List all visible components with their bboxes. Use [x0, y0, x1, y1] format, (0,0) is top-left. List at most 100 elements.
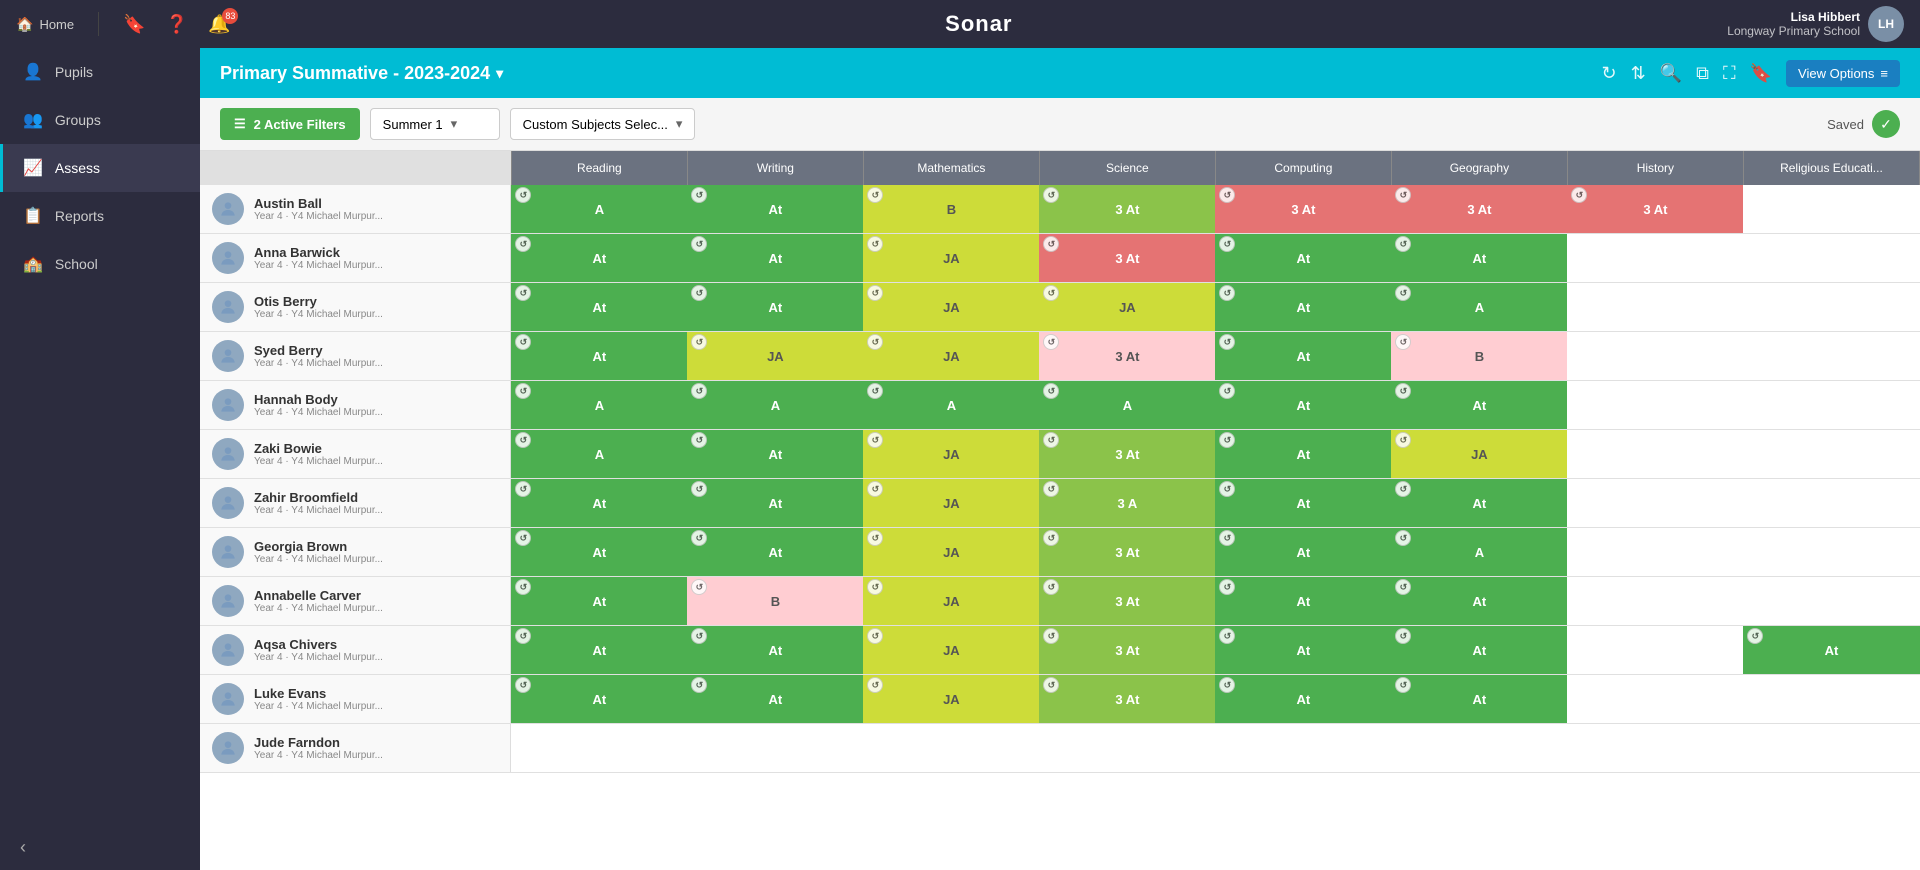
history-icon[interactable]: ↺: [1395, 579, 1411, 595]
history-icon[interactable]: ↺: [691, 677, 707, 693]
history-icon[interactable]: ↺: [515, 383, 531, 399]
history-icon[interactable]: ↺: [1043, 187, 1059, 203]
history-icon[interactable]: ↺: [1219, 236, 1235, 252]
grade-cell[interactable]: ↺ 3 At: [1391, 185, 1567, 234]
grade-cell[interactable]: [1743, 381, 1919, 430]
grade-cell[interactable]: ↺ 3 At: [1039, 234, 1215, 283]
history-icon[interactable]: ↺: [691, 334, 707, 350]
student-cell[interactable]: Georgia Brown Year 4 · Y4 Michael Murpur…: [200, 528, 511, 577]
grade-cell[interactable]: ↺ A: [687, 381, 863, 430]
history-icon[interactable]: ↺: [1571, 187, 1587, 203]
grade-cell[interactable]: [1567, 675, 1743, 724]
grade-cell[interactable]: ↺ At: [1215, 626, 1391, 675]
grade-cell[interactable]: ↺ At: [1215, 283, 1391, 332]
history-icon[interactable]: ↺: [1219, 432, 1235, 448]
sidebar-item-groups[interactable]: 👥 Groups: [0, 96, 200, 144]
history-icon[interactable]: ↺: [515, 628, 531, 644]
grade-cell[interactable]: [1743, 283, 1919, 332]
grade-cell[interactable]: ↺ At: [687, 479, 863, 528]
history-icon[interactable]: ↺: [1043, 481, 1059, 497]
history-icon[interactable]: ↺: [515, 432, 531, 448]
grade-cell[interactable]: ↺ JA: [1391, 430, 1567, 479]
help-icon-nav[interactable]: ❓: [166, 14, 188, 35]
history-icon[interactable]: ↺: [867, 481, 883, 497]
grade-cell[interactable]: ↺ JA: [863, 283, 1039, 332]
grade-cell[interactable]: ↺ JA: [863, 479, 1039, 528]
grade-cell[interactable]: ↺ At: [511, 234, 687, 283]
history-icon[interactable]: ↺: [515, 285, 531, 301]
history-icon[interactable]: ↺: [691, 383, 707, 399]
history-icon[interactable]: ↺: [867, 187, 883, 203]
refresh-icon[interactable]: ↻: [1602, 63, 1617, 84]
grade-cell[interactable]: ↺ At: [1215, 381, 1391, 430]
grade-cell[interactable]: ↺ At: [1215, 332, 1391, 381]
sidebar-item-pupils[interactable]: 👤 Pupils: [0, 48, 200, 96]
history-icon[interactable]: ↺: [1747, 628, 1763, 644]
grade-cell[interactable]: ↺ At: [1215, 577, 1391, 626]
history-icon[interactable]: ↺: [691, 285, 707, 301]
history-icon[interactable]: ↺: [867, 530, 883, 546]
history-icon[interactable]: ↺: [1219, 334, 1235, 350]
grade-cell[interactable]: ↺ 3 At: [1039, 675, 1215, 724]
history-icon[interactable]: ↺: [1219, 530, 1235, 546]
grade-cell[interactable]: ↺ JA: [863, 528, 1039, 577]
grade-cell[interactable]: ↺ 3 At: [1039, 528, 1215, 577]
history-icon[interactable]: ↺: [1219, 187, 1235, 203]
history-icon[interactable]: ↺: [1395, 530, 1411, 546]
student-cell[interactable]: Aqsa Chivers Year 4 · Y4 Michael Murpur.…: [200, 626, 511, 675]
grade-cell[interactable]: ↺ A: [1391, 283, 1567, 332]
grade-cell[interactable]: [1567, 234, 1743, 283]
grade-cell[interactable]: ↺ B: [863, 185, 1039, 234]
history-icon[interactable]: ↺: [1395, 383, 1411, 399]
grade-cell[interactable]: ↺ 3 At: [1567, 185, 1743, 234]
history-icon[interactable]: ↺: [1043, 628, 1059, 644]
history-icon[interactable]: ↺: [867, 285, 883, 301]
view-options-button[interactable]: View Options ≡: [1786, 60, 1900, 87]
grade-cell[interactable]: ↺ At: [1391, 675, 1567, 724]
grade-cell[interactable]: ↺ At: [687, 675, 863, 724]
grade-table-wrapper[interactable]: Reading Writing Mathematics Science Comp…: [200, 151, 1920, 870]
grade-cell[interactable]: ↺ At: [1391, 234, 1567, 283]
grade-cell[interactable]: [1567, 430, 1743, 479]
history-icon[interactable]: ↺: [1395, 285, 1411, 301]
grade-cell[interactable]: [1743, 675, 1919, 724]
history-icon[interactable]: ↺: [691, 187, 707, 203]
history-icon[interactable]: ↺: [515, 530, 531, 546]
grade-cell[interactable]: ↺ At: [687, 283, 863, 332]
history-icon[interactable]: ↺: [691, 236, 707, 252]
grade-cell[interactable]: [511, 724, 687, 773]
history-icon[interactable]: ↺: [1043, 677, 1059, 693]
history-icon[interactable]: ↺: [1219, 481, 1235, 497]
student-cell[interactable]: Zaki Bowie Year 4 · Y4 Michael Murpur...: [200, 430, 511, 479]
grade-cell[interactable]: ↺ At: [511, 577, 687, 626]
history-icon[interactable]: ↺: [691, 530, 707, 546]
grade-cell[interactable]: ↺ At: [511, 528, 687, 577]
history-icon[interactable]: ↺: [1043, 236, 1059, 252]
grade-cell[interactable]: ↺ At: [687, 528, 863, 577]
history-icon[interactable]: ↺: [1043, 383, 1059, 399]
grade-cell[interactable]: ↺ At: [1391, 626, 1567, 675]
history-icon[interactable]: ↺: [691, 628, 707, 644]
student-cell[interactable]: Syed Berry Year 4 · Y4 Michael Murpur...: [200, 332, 511, 381]
history-icon[interactable]: ↺: [515, 677, 531, 693]
student-cell[interactable]: Zahir Broomfield Year 4 · Y4 Michael Mur…: [200, 479, 511, 528]
student-cell[interactable]: Annabelle Carver Year 4 · Y4 Michael Mur…: [200, 577, 511, 626]
grade-cell[interactable]: ↺ A: [511, 381, 687, 430]
grade-cell[interactable]: [687, 724, 863, 773]
grade-cell[interactable]: [1743, 528, 1919, 577]
grade-cell[interactable]: ↺ JA: [863, 234, 1039, 283]
grade-cell[interactable]: ↺ At: [1215, 430, 1391, 479]
grade-cell[interactable]: ↺ At: [1215, 234, 1391, 283]
history-icon[interactable]: ↺: [1219, 579, 1235, 595]
expand-icon[interactable]: ⛶: [1723, 63, 1736, 84]
grade-cell[interactable]: [1567, 724, 1743, 773]
sidebar-item-assess[interactable]: 📈 Assess: [0, 144, 200, 192]
grade-cell[interactable]: [863, 724, 1039, 773]
header-dropdown-icon[interactable]: ▾: [496, 65, 503, 82]
history-icon[interactable]: ↺: [1395, 481, 1411, 497]
history-icon[interactable]: ↺: [691, 481, 707, 497]
grade-cell[interactable]: ↺ 3 At: [1215, 185, 1391, 234]
grade-cell[interactable]: ↺ 3 A: [1039, 479, 1215, 528]
grade-cell[interactable]: [1743, 724, 1919, 773]
student-cell[interactable]: Otis Berry Year 4 · Y4 Michael Murpur...: [200, 283, 511, 332]
